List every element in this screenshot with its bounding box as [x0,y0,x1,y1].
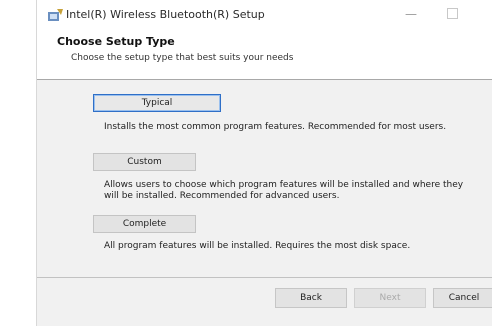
complete-button[interactable]: Complete [93,215,196,233]
next-button[interactable]: Next [354,288,426,308]
page-title: Choose Setup Type [57,35,175,48]
typical-description: Installs the most common program feature… [104,122,447,132]
window-bottom-edge [37,318,492,326]
custom-button[interactable]: Custom [93,153,196,171]
cancel-button[interactable]: Cancel [433,288,492,308]
background-strip [0,0,36,326]
setup-header: Choose Setup Type Choose the setup type … [37,30,492,79]
back-button[interactable]: Back [275,288,347,308]
installer-app-icon [48,9,63,21]
minimize-icon[interactable]: — [402,6,420,22]
window-title: Intel(R) Wireless Bluetooth(R) Setup [66,8,265,21]
typical-button[interactable]: Typical [93,94,221,112]
title-bar[interactable]: Intel(R) Wireless Bluetooth(R) Setup — [37,0,492,30]
complete-description: All program features will be installed. … [104,241,411,251]
setup-type-panel: Typical Installs the most common program… [37,80,492,277]
setup-window: Intel(R) Wireless Bluetooth(R) Setup — C… [0,0,492,326]
page-subtitle: Choose the setup type that best suits yo… [71,53,294,63]
maximize-icon[interactable] [447,8,458,19]
custom-description: Allows users to choose which program fea… [104,180,464,201]
